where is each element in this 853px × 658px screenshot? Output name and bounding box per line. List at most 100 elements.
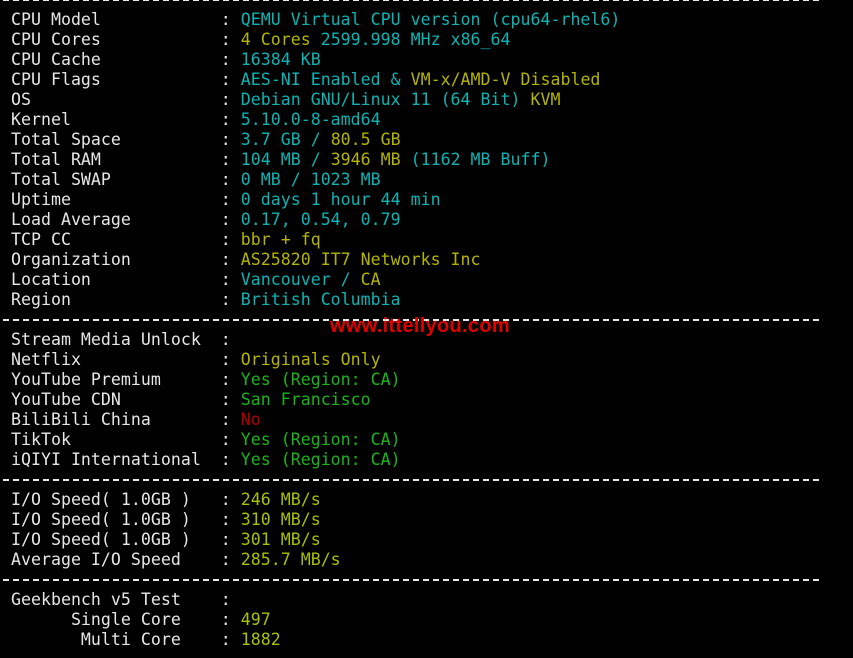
row-label: Single Core	[11, 610, 181, 629]
info-row: Load Average: 0.17, 0.54, 0.79	[11, 210, 620, 230]
row-value: KVM	[530, 90, 561, 109]
info-row: Average I/O Speed: 285.7 MB/s	[11, 550, 620, 570]
terminal-output: CPU Model: QEMU Virtual CPU version (cpu…	[3, 0, 821, 650]
colon-separator: :	[220, 170, 241, 189]
info-row: TikTok: Yes (Region: CA)	[11, 430, 620, 450]
dashed-divider	[3, 0, 821, 1]
row-label: TCP CC	[11, 230, 71, 249]
colon-separator: :	[220, 90, 241, 109]
row-label: CPU Flags	[11, 70, 101, 89]
row-label: Multi Core	[11, 630, 181, 649]
colon-separator: :	[220, 610, 241, 629]
row-label: Average I/O Speed	[11, 550, 181, 569]
colon-separator: :	[220, 130, 241, 149]
dashed-divider	[3, 579, 821, 581]
info-row: BiliBili China: No	[11, 410, 620, 430]
separator-line	[3, 570, 821, 590]
row-label: iQIYI International	[11, 450, 201, 469]
row-label: TikTok	[11, 430, 71, 449]
colon-separator: :	[220, 330, 241, 349]
separator-line	[3, 0, 821, 10]
watermark: www.ittellyou.com	[330, 315, 510, 337]
info-row: Netflix: Originals Only	[11, 350, 620, 370]
colon-separator: :	[220, 110, 241, 129]
colon-separator: :	[220, 30, 241, 49]
row-value: (1162 MB Buff)	[400, 150, 551, 169]
separator-line	[3, 470, 821, 490]
row-label: BiliBili China	[11, 410, 151, 429]
colon-separator: :	[220, 370, 241, 389]
row-value: Vancouver /	[240, 270, 361, 289]
info-row: CPU Cores: 4 Cores 2599.998 MHz x86_64	[11, 30, 620, 50]
colon-separator: :	[220, 210, 241, 229]
info-row: Kernel: 5.10.0-8-amd64	[11, 110, 620, 130]
row-value: 0.17, 0.54, 0.79	[240, 210, 401, 229]
row-value: AS25820 IT7 Networks Inc	[240, 250, 481, 269]
row-value: QEMU Virtual CPU version (cpu64-rhel6)	[240, 10, 621, 29]
colon-separator: :	[220, 550, 241, 569]
colon-separator: :	[220, 410, 241, 429]
info-row: Region: British Columbia	[11, 290, 620, 310]
colon-separator: :	[220, 70, 241, 89]
row-value: No	[240, 410, 261, 429]
colon-separator: :	[220, 230, 241, 249]
row-value: Yes (Region: CA)	[240, 370, 401, 389]
info-row: CPU Cache: 16384 KB	[11, 50, 620, 70]
row-label: Total Space	[11, 130, 121, 149]
row-label: Kernel	[11, 110, 71, 129]
row-value: 0 days 1 hour 44 min	[240, 190, 441, 209]
row-value: 3946 MB	[330, 150, 401, 169]
info-row: Geekbench v5 Test:	[11, 590, 620, 610]
colon-separator: :	[220, 270, 241, 289]
row-value: Debian GNU/Linux 11 (64 Bit)	[240, 90, 531, 109]
info-row: I/O Speed( 1.0GB ): 301 MB/s	[11, 530, 620, 550]
row-label: I/O Speed( 1.0GB )	[11, 530, 191, 549]
row-value: AES-NI Enabled &	[240, 70, 411, 89]
info-row: Multi Core: 1882	[11, 630, 620, 650]
info-row: Total Space: 3.7 GB / 80.5 GB	[11, 130, 620, 150]
info-row: I/O Speed( 1.0GB ): 310 MB/s	[11, 510, 620, 530]
info-row: YouTube CDN: San Francisco	[11, 390, 620, 410]
info-row: iQIYI International: Yes (Region: CA)	[11, 450, 620, 470]
row-value: 4 Cores	[240, 30, 321, 49]
row-value: 5.10.0-8-amd64	[240, 110, 381, 129]
row-value: VM-x/AMD-V Disabled	[410, 70, 601, 89]
row-value: 246 MB/s	[240, 490, 321, 509]
colon-separator: :	[220, 10, 241, 29]
colon-separator: :	[220, 290, 241, 309]
row-value: 2599.998 MHz x86_64	[320, 30, 511, 49]
colon-separator: :	[220, 350, 241, 369]
row-label: YouTube CDN	[11, 390, 121, 409]
row-value: 3.7 GB /	[240, 130, 331, 149]
info-row: OS: Debian GNU/Linux 11 (64 Bit) KVM	[11, 90, 620, 110]
colon-separator: :	[220, 590, 241, 609]
row-label: Total RAM	[11, 150, 101, 169]
row-value: 104 MB /	[240, 150, 331, 169]
row-value: 80.5 GB	[330, 130, 401, 149]
row-label: Location	[11, 270, 91, 289]
row-value: bbr + fq	[240, 230, 321, 249]
row-value: 285.7 MB/s	[240, 550, 341, 569]
colon-separator: :	[220, 630, 241, 649]
separator-line	[3, 310, 821, 330]
row-label: Region	[11, 290, 71, 309]
info-row: TCP CC: bbr + fq	[11, 230, 620, 250]
row-value: 16384 KB	[240, 50, 321, 69]
row-value: 0 MB / 1023 MB	[240, 170, 381, 189]
colon-separator: :	[220, 150, 241, 169]
row-label: I/O Speed( 1.0GB )	[11, 510, 191, 529]
info-row: I/O Speed( 1.0GB ): 246 MB/s	[11, 490, 620, 510]
row-label: I/O Speed( 1.0GB )	[11, 490, 191, 509]
row-value: 310 MB/s	[240, 510, 321, 529]
colon-separator: :	[220, 490, 241, 509]
row-value: 1882	[240, 630, 281, 649]
colon-separator: :	[220, 190, 241, 209]
info-row: CPU Flags: AES-NI Enabled & VM-x/AMD-V D…	[11, 70, 620, 90]
row-label: Total SWAP	[11, 170, 111, 189]
colon-separator: :	[220, 530, 241, 549]
row-label: CPU Model	[11, 10, 101, 29]
colon-separator: :	[220, 390, 241, 409]
row-label: OS	[11, 90, 31, 109]
row-value: Originals Only	[240, 350, 381, 369]
row-label: Stream Media Unlock	[11, 330, 201, 349]
